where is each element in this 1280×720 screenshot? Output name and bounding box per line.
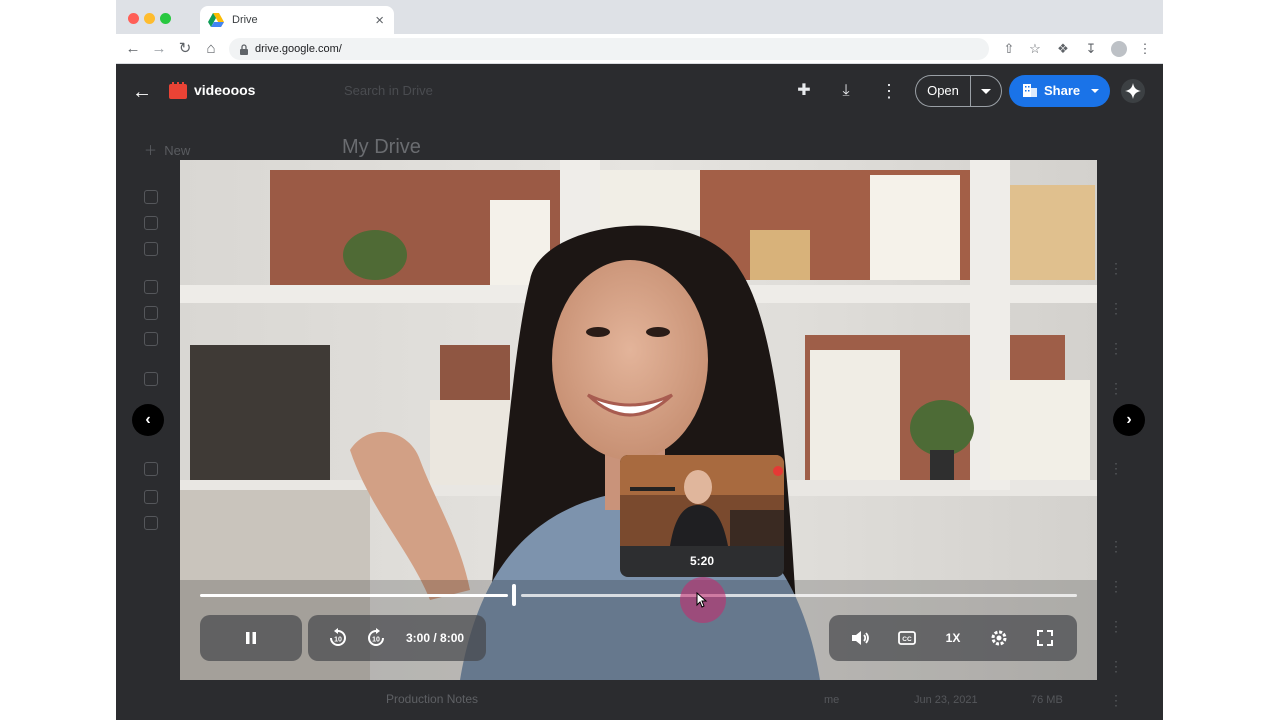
svg-text:CC: CC <box>902 636 912 643</box>
shared-drives-nav-icon <box>144 306 158 320</box>
workspaces-nav-icon <box>144 242 158 256</box>
trash-nav-icon <box>144 490 158 504</box>
svg-text:10: 10 <box>334 637 342 644</box>
volume-icon[interactable] <box>848 626 872 650</box>
preview-timestamp: 5:20 <box>689 554 715 568</box>
file-row-date: Jun 23, 2021 <box>914 694 978 706</box>
row-more-icon[interactable]: ⋮ <box>1109 260 1123 277</box>
my-drive-title: My Drive <box>342 136 421 158</box>
storage-nav-icon <box>144 516 158 530</box>
scrub-preview-thumbnail: 5:20 <box>620 455 784 577</box>
row-more-icon[interactable]: ⋮ <box>1109 658 1123 675</box>
row-more-icon[interactable]: ⋮ <box>1109 380 1123 397</box>
row-more-icon[interactable]: ⋮ <box>1109 340 1123 357</box>
minimize-window-button[interactable] <box>144 13 155 24</box>
previous-file-button[interactable]: ‹ <box>132 404 164 436</box>
back-icon[interactable]: ← <box>124 40 142 58</box>
share-button[interactable]: Share <box>1009 75 1110 107</box>
open-with-button[interactable]: Open <box>915 75 970 107</box>
row-more-icon[interactable]: ⋮ <box>1109 538 1123 555</box>
share-building-icon <box>1023 84 1037 97</box>
profile-avatar[interactable] <box>1111 41 1127 57</box>
activity-nav-icon <box>144 216 158 230</box>
file-row-name[interactable]: Production Notes <box>386 692 478 706</box>
new-button[interactable]: ＋ New <box>144 140 190 159</box>
row-more-icon[interactable]: ⋮ <box>1109 692 1123 709</box>
tab-bar: Drive × <box>116 0 1163 34</box>
browser-menu-icon[interactable]: ⋮ <box>1137 41 1153 57</box>
progress-remaining[interactable] <box>521 594 1077 597</box>
computers-nav-icon <box>144 332 158 346</box>
extensions-icon[interactable]: ❖ <box>1055 41 1071 57</box>
new-label: New <box>164 143 191 158</box>
progress-scrubber-handle[interactable] <box>512 584 516 606</box>
shared-with-me-nav-icon <box>144 372 158 386</box>
open-with-dropdown[interactable] <box>970 75 1002 107</box>
viewer-header: ← videooos Search in Drive ✚ ⤓ ⋮ Open Sh… <box>116 64 1163 120</box>
settings-controls-pill: CC 1X <box>829 615 1077 661</box>
play-pause-pill <box>200 615 302 661</box>
row-more-icon[interactable]: ⋮ <box>1109 300 1123 317</box>
browser-window: Drive × ← → ↻ ⌂ drive.google.com/ ⇧ ☆ ❖ … <box>116 0 1163 720</box>
drive-logo-icon <box>208 13 224 27</box>
fullscreen-icon[interactable] <box>1033 626 1057 650</box>
search-drive-placeholder: Search in Drive <box>344 83 433 98</box>
settings-gear-icon[interactable] <box>987 626 1011 650</box>
video-frame[interactable] <box>180 160 1097 680</box>
browser-toolbar: ← → ↻ ⌂ drive.google.com/ ⇧ ☆ ❖ ↧ ⋮ <box>116 34 1163 64</box>
url-text: drive.google.com/ <box>255 43 342 55</box>
more-vert-icon[interactable]: ⋮ <box>878 80 900 102</box>
forward-10-icon[interactable]: 10 <box>364 626 388 650</box>
playback-speed-button[interactable]: 1X <box>941 626 965 650</box>
pause-icon[interactable] <box>239 626 263 650</box>
share-dropdown-icon[interactable] <box>1091 89 1099 93</box>
row-more-icon[interactable]: ⋮ <box>1109 578 1123 595</box>
file-row-owner: me <box>824 694 840 706</box>
zoom-window-button[interactable] <box>160 13 171 24</box>
add-comment-icon[interactable]: ✚ <box>793 80 815 102</box>
preview-frame-image <box>620 455 784 546</box>
progress-played[interactable] <box>200 594 508 597</box>
file-row-size: 76 MB <box>1031 694 1063 706</box>
spam-nav-icon <box>144 462 158 476</box>
tab-title: Drive <box>232 14 258 26</box>
file-name: videooos <box>194 82 256 98</box>
time-display: 3:00 / 8:00 <box>406 631 465 645</box>
forward-icon[interactable]: → <box>150 40 168 58</box>
share-page-icon[interactable]: ⇧ <box>1001 41 1017 57</box>
chevron-down-icon <box>981 89 991 94</box>
next-file-button[interactable]: › <box>1113 404 1145 436</box>
row-more-icon[interactable]: ⋮ <box>1109 460 1123 477</box>
home-icon[interactable]: ⌂ <box>202 40 220 58</box>
home-nav-icon <box>144 190 158 204</box>
download-icon[interactable]: ⤓ <box>835 80 857 102</box>
svg-text:10: 10 <box>372 637 380 644</box>
my-drive-nav-icon <box>144 280 158 294</box>
video-file-icon <box>169 82 187 99</box>
lock-icon <box>240 43 248 55</box>
gemini-icon[interactable] <box>1121 79 1145 103</box>
reload-icon[interactable]: ↻ <box>176 40 194 58</box>
downloads-icon[interactable]: ↧ <box>1083 41 1099 57</box>
row-more-icon[interactable]: ⋮ <box>1109 618 1123 635</box>
captions-icon[interactable]: CC <box>895 626 919 650</box>
arrow-back-icon[interactable]: ← <box>128 78 156 106</box>
mouse-cursor-icon <box>696 592 708 608</box>
tab-close-icon[interactable]: × <box>375 13 384 28</box>
share-label: Share <box>1044 83 1081 98</box>
rewind-10-icon[interactable]: 10 <box>326 626 350 650</box>
address-bar[interactable]: drive.google.com/ <box>229 38 989 60</box>
close-window-button[interactable] <box>128 13 139 24</box>
tab-drive[interactable]: Drive × <box>200 6 394 34</box>
bookmark-star-icon[interactable]: ☆ <box>1027 41 1043 57</box>
